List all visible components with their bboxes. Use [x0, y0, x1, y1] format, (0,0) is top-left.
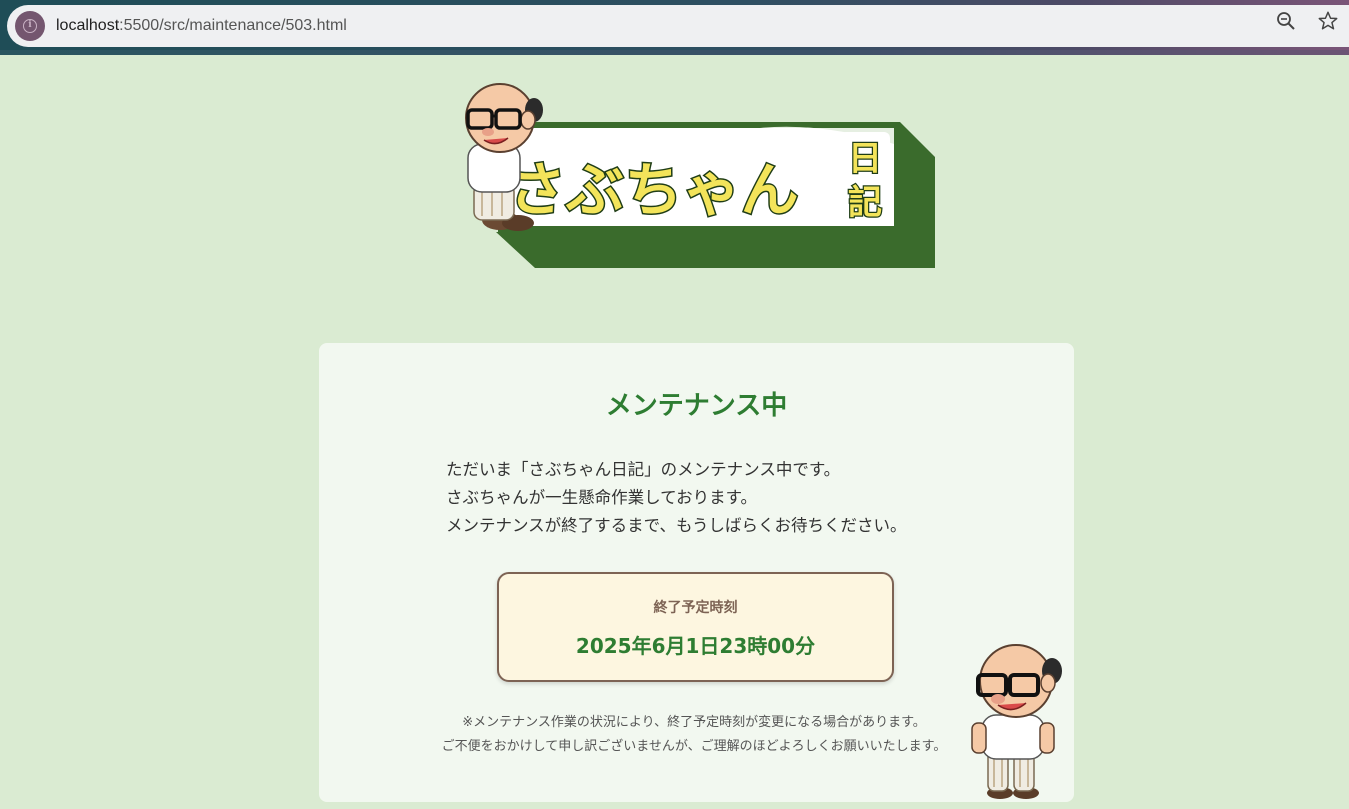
maintenance-card: メンテナンス中 ただいま「さぶちゃん日記」のメンテナンス中です。 さぶちゃんが一… — [319, 343, 1074, 802]
site-info-icon: i — [23, 19, 37, 33]
address-bar-actions — [1275, 10, 1339, 32]
notes: ※メンテナンス作業の状況により、終了予定時刻が変更になる場合があります。 ご不便… — [414, 711, 974, 759]
schedule-time: 2025年6月1日23時00分 — [575, 634, 816, 658]
page-title: メンテナンス中 — [605, 391, 788, 421]
schedule-label: 終了予定時刻 — [653, 600, 738, 616]
schedule-box: 終了予定時刻 2025年6月1日23時00分 — [497, 572, 894, 682]
mascot-illustration — [970, 643, 1065, 801]
logo-side-char-1: 日 — [848, 139, 882, 179]
bookmark-star-icon[interactable] — [1317, 10, 1339, 32]
logo-side-char-2: 記 — [848, 183, 882, 223]
zoom-out-icon[interactable] — [1275, 10, 1297, 32]
site-info-button[interactable]: i — [15, 11, 45, 41]
message-line: ただいま「さぶちゃん日記」のメンテナンス中です。 — [446, 460, 841, 479]
message-line: さぶちゃんが一生懸命作業しております。 — [446, 488, 758, 507]
url-text[interactable]: localhost:5500/src/maintenance/503.html — [56, 17, 347, 35]
url-host: localhost — [56, 17, 120, 34]
note-line: ※メンテナンス作業の状況により、終了予定時刻が変更になる場合があります。 — [462, 715, 926, 730]
note-line: ご不便をおかけして申し訳ございませんが、ご理解のほどよろしくお願いいたします。 — [441, 739, 947, 754]
site-logo[interactable]: さぶちゃん 日 記 — [460, 82, 940, 272]
logo-title: さぶちゃん — [508, 156, 799, 224]
url-path: :5500/src/maintenance/503.html — [119, 17, 347, 34]
browser-toolbar-edge — [0, 50, 1349, 55]
message-line: メンテナンスが終了するまで、もうしばらくお待ちください。 — [446, 516, 907, 535]
maintenance-message: ただいま「さぶちゃん日記」のメンテナンス中です。 さぶちゃんが一生懸命作業してお… — [446, 456, 1006, 540]
address-bar[interactable]: i localhost:5500/src/maintenance/503.htm… — [7, 5, 1349, 47]
